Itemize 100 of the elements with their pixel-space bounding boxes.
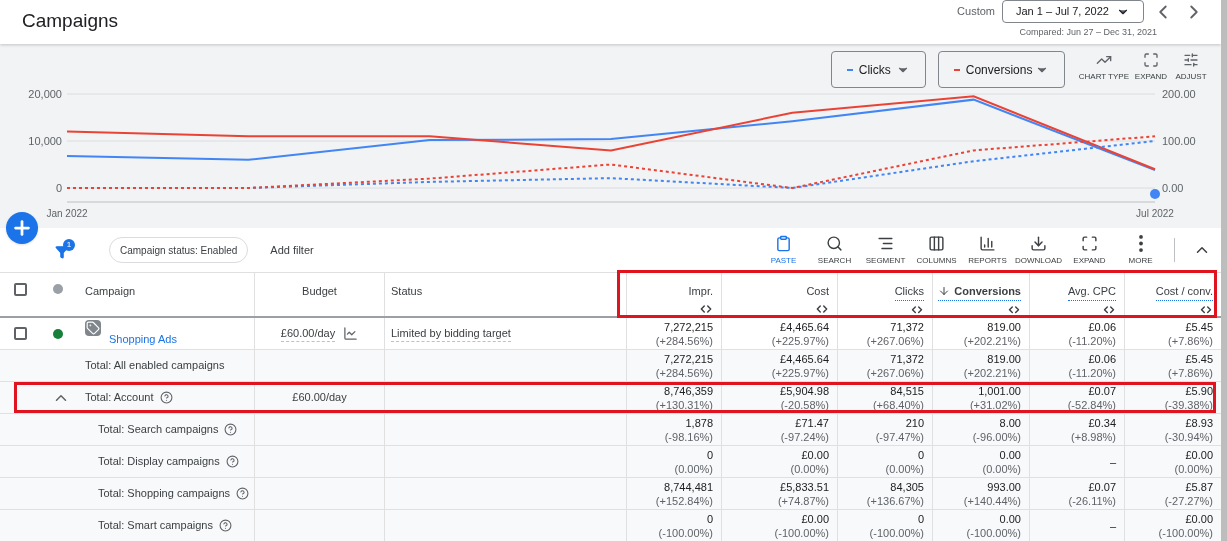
metric-dropdown[interactable]: Clicks [830,51,926,88]
axis-label: Jan 2022 [46,208,88,219]
column-header[interactable]: Status [391,285,423,297]
metric-change: (+284.56%) [655,365,713,380]
toolbar-button[interactable]: REPORTS [962,235,1013,265]
metric-change: (-97.24%) [780,429,829,444]
column-header[interactable]: Impr. [688,283,713,300]
metric-value: £5.45 [1185,351,1213,366]
budget-value: £60.00/day [280,324,336,343]
metric-change: (-20.58%) [780,397,829,412]
metric-value: 1,878 [685,415,713,430]
metric-change: (-52.84%) [1067,397,1116,412]
metric-change: (-26.11%) [1068,493,1116,508]
metric-change: (-100.00%) [966,525,1021,540]
metric-change: (+68.40%) [872,397,924,412]
metric-value: 7,272,215 [664,319,713,334]
chart-tool-button[interactable]: CHART TYPE [1076,51,1131,81]
date-range-dropdown[interactable]: Jan 1 – Jul 7, 2022 [1002,0,1144,23]
metric-value: £4,465.64 [780,351,829,366]
toolbar-button[interactable]: MORE [1115,235,1166,265]
toolbar-button[interactable]: SEGMENT [860,235,911,265]
column-header[interactable]: Cost / conv. [1155,283,1213,301]
metric-change: (+267.06%) [866,365,924,380]
column-header[interactable]: Clicks [894,283,924,301]
range-label: Custom [957,4,995,20]
metric-change: (+7.86%) [1168,333,1213,348]
metric-change: (0.00%) [885,461,924,476]
metric-value: £5.45 [1185,319,1213,334]
metric-value: £0.00 [1185,447,1213,462]
page-title: Campaigns [22,9,119,33]
metric-value: 84,515 [890,383,924,398]
compared-range: Compared: Jun 27 – Dec 31, 2021 [1019,26,1157,39]
campaign-link[interactable]: Shopping Ads [109,331,177,348]
metric-change: (+152.84%) [655,493,713,508]
metric-value: 8.00 [999,415,1021,430]
toolbar-button[interactable]: COLUMNS [911,235,962,265]
metric-value: 8,744,481 [664,479,713,494]
chart-tool-button[interactable]: ADJUST [1171,51,1211,81]
metric-change: (+130.31%) [655,397,713,412]
metric-value: £0.07 [1088,479,1116,494]
metric-value: £0.00 [801,511,829,526]
metric-value: 1,001.00 [978,383,1021,398]
metric-value: £0.06 [1088,351,1116,366]
metric-value: £5.90 [1185,383,1213,398]
toolbar-button[interactable]: DOWNLOAD [1013,235,1064,265]
metric-change: (-11.20%) [1068,365,1116,380]
toolbar-button[interactable]: SEARCH [809,235,860,265]
chart-tool-button[interactable]: EXPAND [1131,51,1171,81]
metric-value: £4,465.64 [780,319,829,334]
metric-value: 8,746,359 [664,383,713,398]
column-header[interactable]: Budget [302,283,337,316]
metric-change: (-100.00%) [658,525,713,540]
metric-change: (-11.20%) [1068,333,1116,348]
metric-value: £5,904.98 [780,383,829,398]
metric-change: (-100.00%) [869,525,924,540]
metric-value: 0.00 [999,511,1021,526]
metric-change: (+74.87%) [777,493,829,508]
metric-change: (-100.00%) [1158,525,1213,540]
metric-value: £71.47 [795,415,829,430]
toolbar-button[interactable]: PASTE [758,235,809,265]
metric-value: £0.07 [1088,383,1116,398]
metric-change: (+225.97%) [771,333,829,348]
metric-value: 0 [917,447,924,462]
axis-label: 0.00 [1162,182,1184,194]
metric-dropdown[interactable]: Conversions [937,51,1065,88]
add-filter-button[interactable]: Add filter [270,241,314,259]
column-header[interactable]: Avg. CPC [1067,283,1116,301]
metric-change: (+202.21%) [963,333,1021,348]
toolbar-button[interactable]: EXPAND [1064,235,1115,265]
metric-change: (+284.56%) [655,333,713,348]
metric-value: £0.00 [1185,511,1213,526]
metric-change: (0.00%) [1174,461,1213,476]
column-header[interactable]: Conversions [938,283,1021,301]
metric-value: 71,372 [890,351,924,366]
metric-value: 0.00 [999,447,1021,462]
metric-change: (0.00%) [790,461,829,476]
metric-value: 7,272,215 [664,351,713,366]
metric-change: (+136.67%) [866,493,924,508]
metric-value: £0.06 [1088,319,1116,334]
column-header[interactable]: Cost [806,283,829,300]
metric-change: (+225.97%) [771,365,829,380]
budget-value: £60.00/day [292,390,347,406]
column-header[interactable]: Campaign [85,285,136,297]
metric-value: 819.00 [987,351,1021,366]
filter-count: 1 [63,239,75,251]
metric-value: – [1109,454,1116,469]
axis-label: Jul 2022 [1136,208,1174,219]
metric-change: (-96.00%) [972,429,1021,444]
metric-change: (+267.06%) [866,333,924,348]
axis-label: 200.00 [1162,89,1196,100]
metric-change: (-100.00%) [774,525,829,540]
total-label: Total: Search campaigns [98,422,219,438]
metric-value: 0 [706,511,713,526]
metric-value: 71,372 [890,319,924,334]
total-label: Total: Smart campaigns [98,518,213,534]
axis-label: 0 [55,182,62,194]
total-label: Total: Account [85,390,154,406]
total-label: Total: All enabled campaigns [85,358,225,374]
metric-value: 0 [917,511,924,526]
total-label: Total: Display campaigns [98,454,220,470]
